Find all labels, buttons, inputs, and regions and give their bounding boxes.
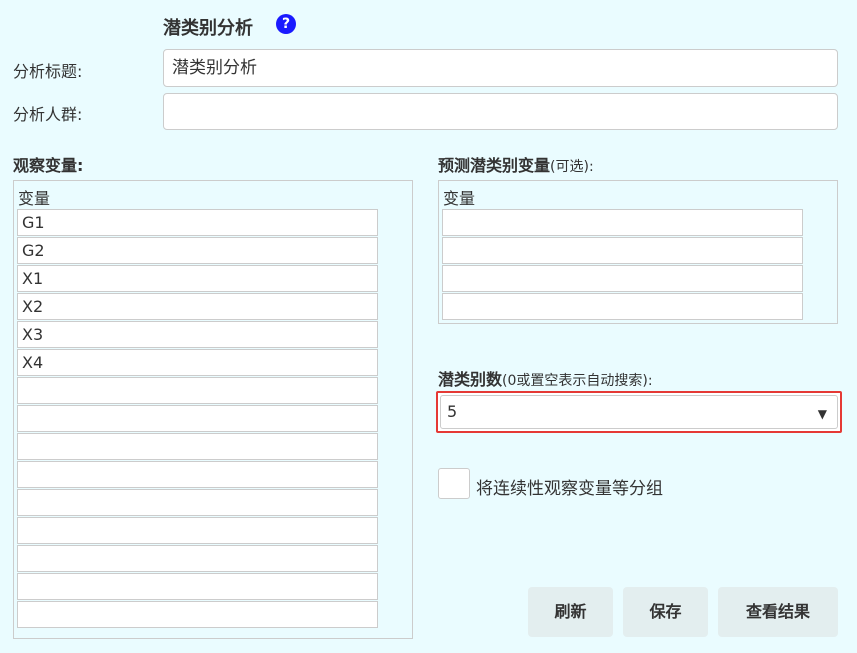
save-button[interactable]: 保存	[623, 587, 708, 637]
observed-column-header: 变量	[18, 189, 51, 208]
class-count-label-suffix: (0或置空表示自动搜索):	[502, 373, 653, 389]
class-count-label-main: 潜类别数	[438, 370, 503, 389]
predictor-variables-label: 预测潜类别变量(可选):	[438, 152, 594, 176]
population-input[interactable]	[163, 93, 838, 130]
predictor-column-header: 变量	[443, 189, 476, 208]
class-count-selected: 5	[447, 402, 458, 421]
variable-row[interactable]	[442, 237, 803, 264]
variable-row[interactable]	[17, 517, 378, 544]
variable-row[interactable]: G2	[17, 237, 378, 264]
variable-row[interactable]	[17, 601, 378, 628]
variable-row[interactable]: X3	[17, 321, 378, 348]
variable-row[interactable]: G1	[17, 209, 378, 236]
equal-groups-checkbox[interactable]	[438, 468, 470, 499]
variable-row[interactable]	[17, 573, 378, 600]
view-results-button[interactable]: 查看结果	[718, 587, 838, 637]
variable-row[interactable]	[442, 209, 803, 236]
class-count-label: 潜类别数(0或置空表示自动搜索):	[438, 366, 653, 390]
predictor-label-main: 预测潜类别变量	[438, 156, 551, 175]
variable-row[interactable]: X1	[17, 265, 378, 292]
analysis-title-label: 分析标题:	[13, 62, 83, 81]
variable-row[interactable]	[17, 377, 378, 404]
analysis-title-input[interactable]: 潜类别分析	[163, 49, 838, 87]
observed-variables-table: 变量 G1 G2 X1 X2 X3 X4	[13, 180, 413, 639]
class-count-select[interactable]: 5 ▼	[436, 391, 842, 433]
variable-row[interactable]	[17, 489, 378, 516]
population-label: 分析人群:	[13, 105, 83, 124]
predictor-variables-table: 变量	[438, 180, 838, 324]
variable-row[interactable]	[17, 433, 378, 460]
variable-row[interactable]	[17, 461, 378, 488]
variable-row[interactable]	[442, 265, 803, 292]
class-count-value: 5 ▼	[440, 395, 838, 429]
question-circle-icon[interactable]: ?	[276, 14, 296, 34]
variable-row[interactable]	[17, 545, 378, 572]
observed-variables-label: 观察变量:	[13, 156, 84, 175]
page-title: 潜类别分析	[163, 18, 253, 39]
refresh-button[interactable]: 刷新	[528, 587, 613, 637]
chevron-down-icon: ▼	[817, 407, 827, 421]
equal-groups-label: 将连续性观察变量等分组	[476, 479, 663, 499]
variable-row[interactable]: X2	[17, 293, 378, 320]
predictor-label-suffix: (可选):	[550, 159, 594, 175]
variable-row[interactable]: X4	[17, 349, 378, 376]
variable-row[interactable]	[17, 405, 378, 432]
variable-row[interactable]	[442, 293, 803, 320]
